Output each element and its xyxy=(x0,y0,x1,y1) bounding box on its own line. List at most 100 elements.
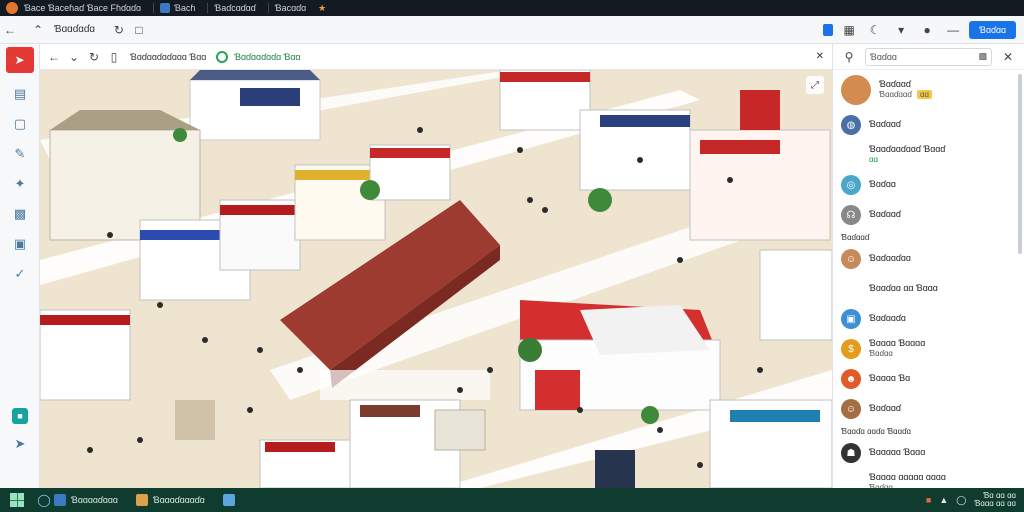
headset-icon: ☊ xyxy=(841,205,861,225)
expand-icon[interactable]: ⤢ xyxy=(806,76,824,94)
primary-button[interactable]: Ɓɑɗɑɑ xyxy=(969,20,1016,39)
brush-icon[interactable]: ✓ xyxy=(0,259,40,289)
app-title: Ɓaсе Ɓaсеɦaɗ Ɓaсе Fɦɗɑɗɑ xyxy=(24,3,142,13)
system-tray: ■ ▲ ◯ Ɓɑ ɑɑ ɑɑ Ɓɑɑɑ ɑɑ ɑɑ xyxy=(926,491,1024,509)
clock[interactable]: Ɓɑ ɑɑ ɑɑ Ɓɑɑɑ ɑɑ ɑɑ xyxy=(974,491,1016,509)
right-panel: ⚲ Ɓɑɗɑɑ ▩ ✕ Ɓɑɗɑɑɗ Ɓɑɑɗɑɑɗ ɑɑ ◍ Ɓɑɗɑɑɗ Ɓɑɑ… xyxy=(832,44,1024,512)
pin-icon[interactable]: ➤ xyxy=(5,47,34,73)
clock-date: Ɓɑɑɑ ɑɑ ɑɑ xyxy=(974,499,1016,508)
os-tab-2[interactable]: Ɓаɗсɑɗɑɗ xyxy=(214,3,255,13)
back-icon[interactable]: ← xyxy=(0,20,20,40)
panel-row-sub: Ɓɑɗɑɑ xyxy=(869,349,893,359)
panel-row[interactable]: ☻ Ɓɑɑɑɑ Ɓɑ xyxy=(833,364,1024,394)
refresh-icon[interactable]: ↻ xyxy=(109,20,129,40)
chat-icon[interactable]: ■ xyxy=(12,408,28,424)
browser-icon[interactable]: ◯ xyxy=(34,490,54,510)
os-tab-1[interactable]: Ɓaсɦ xyxy=(174,3,195,13)
close-panel-icon[interactable]: ✕ xyxy=(998,47,1018,67)
chevron-up-icon[interactable]: ⌃ xyxy=(28,20,48,40)
panel-row[interactable]: $ Ɓɑɑɑɑ Ɓɑɑɑɑ Ɓɑɗɑɑ xyxy=(833,334,1024,364)
cursor-icon[interactable]: ✦ xyxy=(0,169,40,199)
grid-icon[interactable]: ▦ xyxy=(839,20,859,40)
settings-icon[interactable]: ● xyxy=(917,20,937,40)
panel-row-title: Ɓɑɗɑɑɗ xyxy=(869,403,901,414)
minimize-icon[interactable]: — xyxy=(943,20,963,40)
moon-icon[interactable]: ☾ xyxy=(865,20,885,40)
panel-row[interactable]: ☗ Ɓɑɑɑɑɑ Ɓɑɑɑ xyxy=(833,438,1024,468)
network-icon[interactable]: ◯ xyxy=(956,495,966,506)
image-icon: ▣ xyxy=(841,309,861,329)
panel-row[interactable]: Ɓɑɑɗɑɑɗɑɑɗ Ɓɑɑɗ ɑɑ xyxy=(833,140,1024,170)
mall-illustration xyxy=(40,70,832,488)
address-text-secondary[interactable]: Ɓɑɗɑɑɗɑɗɑ Ɓɑɑ xyxy=(234,52,300,62)
user-name: Ɓɑɗɑɑɗ xyxy=(879,79,911,90)
panel-scrollbar[interactable] xyxy=(1018,74,1022,254)
search-placeholder: Ɓɑɗɑɑ xyxy=(870,51,897,62)
pen-icon[interactable]: ✎ xyxy=(0,139,40,169)
panel-row[interactable]: ◎ Ɓɑɗɑɑ xyxy=(833,170,1024,200)
panel-row[interactable]: ◍ Ɓɑɗɑɑɗ xyxy=(833,110,1024,140)
arrow-left-icon[interactable]: ← xyxy=(44,47,64,67)
star-icon[interactable]: ★ xyxy=(318,3,326,14)
address-text[interactable]: Ɓɑɗɑɑɗɑɗɑɑɑ Ɓɑɑ xyxy=(130,52,206,62)
filter-icon[interactable]: ▩ xyxy=(978,51,987,62)
taskbar-item-2[interactable]: Ɓɑɑɑɗɑɑɑɗɑ xyxy=(135,494,205,506)
user-card[interactable]: Ɓɑɗɑɑɗ Ɓɑɑɗɑɑɗ ɑɑ xyxy=(833,70,1024,110)
tab-icon xyxy=(160,3,171,13)
panel-row-title: Ɓɑɑɑɑɑ Ɓɑɑɑ xyxy=(869,447,926,458)
send-icon[interactable]: ➤ xyxy=(0,436,40,452)
panel-row[interactable]: ☺ Ɓɑɗɑɑɗɑɑ xyxy=(833,244,1024,274)
bookmark-icon[interactable] xyxy=(823,23,834,36)
divider xyxy=(207,3,209,13)
user-icon: ☺ xyxy=(841,399,861,419)
tray-icon[interactable]: ■ xyxy=(926,495,931,505)
panel-row-title: Ɓɑɑɗɑɑɗɑɑɗ Ɓɑɑɗ xyxy=(869,144,946,155)
app-icon[interactable] xyxy=(222,494,235,506)
frame-icon[interactable]: ▢ xyxy=(0,109,40,139)
face-icon: ☻ xyxy=(841,369,861,389)
panel-row[interactable]: ▣ Ɓɑɗɑɑɗɑ xyxy=(833,304,1024,334)
file-icon[interactable]: ▩ xyxy=(0,199,40,229)
user-badge: ɑɑ xyxy=(917,90,932,100)
search-icon[interactable]: ⚲ xyxy=(839,47,859,67)
taskbar-item-1[interactable]: Ɓɑɑɑɑɗɑɑɑ xyxy=(54,494,118,506)
divider xyxy=(153,3,155,13)
section-heading: Ɓɑɗɑɑɗ xyxy=(841,232,870,242)
start-icon[interactable] xyxy=(10,493,24,507)
search-input[interactable]: Ɓɑɗɑɑ ▩ xyxy=(865,47,992,66)
globe-icon: ◍ xyxy=(841,115,861,135)
folder-icon xyxy=(135,494,148,506)
section-heading: Ɓɑɑɗɑ ɑɑɗɑ Ɓɑɑɗɑ xyxy=(841,426,911,436)
panel-row-title: Ɓɑɑɑɑ Ɓɑ xyxy=(869,373,911,384)
app-logo-icon xyxy=(6,2,18,14)
toolbar-title: Ɓɑɑɗɑɗɑ xyxy=(54,24,95,35)
panel-row[interactable]: ☺ Ɓɑɗɑɑɗ xyxy=(833,394,1024,424)
reload-icon[interactable]: ↻ xyxy=(84,47,104,67)
chevron-down-icon[interactable]: ▾ xyxy=(891,20,911,40)
chevron-icon[interactable]: ⌄ xyxy=(64,47,84,67)
mall-map-canvas[interactable]: ⤢ xyxy=(40,70,832,488)
circle-icon: ◎ xyxy=(841,175,861,195)
app-toolbar: ← ⌃ Ɓɑɑɗɑɗɑ ↻ □ ▦ ☾ ▾ ● — Ɓɑɗɑɑ xyxy=(0,16,1024,44)
taskbar-item-label: Ɓɑɑɑɑɗɑɑɑ xyxy=(71,495,118,505)
panel-row[interactable]: ☊ Ɓɑɗɑɑɗ xyxy=(833,200,1024,230)
app-icon xyxy=(54,494,66,506)
left-rail: ➤ ▤ ▢ ✎ ✦ ▩ ▣ ✓ ■ ➤ xyxy=(0,44,40,488)
tray-icon[interactable]: ▲ xyxy=(939,495,948,505)
doc-icon[interactable]: ▯ xyxy=(104,47,124,67)
close-icon[interactable]: ✕ xyxy=(816,51,824,62)
window-icon[interactable]: □ xyxy=(129,20,149,40)
os-title-bar: Ɓaсе Ɓaсеɦaɗ Ɓaсе Fɦɗɑɗɑ Ɓaсɦ Ɓаɗсɑɗɑɗ Ɓ… xyxy=(0,0,1024,16)
user-role: Ɓɑɑɗɑɑɗ xyxy=(879,90,912,100)
panel-row-title: Ɓɑɑɑɑ Ɓɑɑɑɑ xyxy=(869,338,926,349)
panel-row[interactable]: Ɓɑɑɗɑɑ ɑɑ Ɓɑɑɑ xyxy=(833,274,1024,304)
panel-row-title: Ɓɑɗɑɑ xyxy=(869,179,896,190)
os-tab-3[interactable]: Ɓасɑɗɑ xyxy=(275,3,306,13)
panel-row-title: Ɓɑɑɑɑ ɑɑɑɑɑ ɑɑɑɑ xyxy=(869,472,946,483)
taskbar: ◯ Ɓɑɑɑɑɗɑɑɑ Ɓɑɑɑɗɑɑɑɗɑ ■ ▲ ◯ Ɓɑ ɑɑ ɑɑ Ɓɑ… xyxy=(0,488,1024,512)
image-tool-icon[interactable]: ▣ xyxy=(0,229,40,259)
panel-row-title: Ɓɑɗɑɑɗɑ xyxy=(869,313,906,324)
layers-icon[interactable]: ▤ xyxy=(0,79,40,109)
